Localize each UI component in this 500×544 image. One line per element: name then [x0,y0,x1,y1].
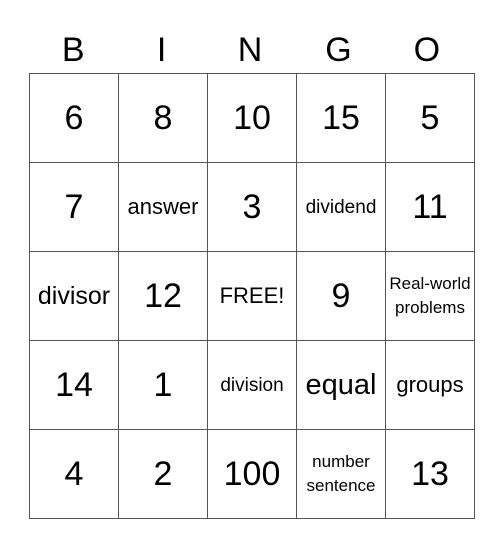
bingo-cell: divisor [29,251,119,341]
grid-row: 6 8 10 15 5 [29,73,475,163]
header-letter-b: B [61,31,85,69]
free-cell: FREE! [207,251,297,341]
bingo-header: B I N G O [29,30,471,70]
header-letter-o: O [413,31,441,69]
header-letter-g: G [325,31,352,69]
bingo-grid: 6 8 10 15 5 7 answer 3 dividend 11 divis… [29,73,475,519]
header-letter-n: N [237,31,263,69]
bingo-cell: 8 [118,73,208,163]
bingo-cell: number sentence [296,429,386,519]
grid-row: divisor 12 FREE! 9 Real-world problems [29,251,475,341]
header-letter-i: I [156,31,167,69]
grid-row: 14 1 division equal groups [29,340,475,430]
bingo-cell: Real-world problems [385,251,475,341]
bingo-cell: equal [296,340,386,430]
bingo-cell: division [207,340,297,430]
bingo-cell: 13 [385,429,475,519]
bingo-cell: 14 [29,340,119,430]
bingo-cell: 1 [118,340,208,430]
bingo-cell: 5 [385,73,475,163]
grid-row: 7 answer 3 dividend 11 [29,162,475,252]
bingo-cell: 11 [385,162,475,252]
bingo-cell: 6 [29,73,119,163]
bingo-cell: groups [385,340,475,430]
bingo-cell: answer [118,162,208,252]
bingo-cell: 9 [296,251,386,341]
bingo-cell: 15 [296,73,386,163]
bingo-cell: 100 [207,429,297,519]
bingo-cell: 2 [118,429,208,519]
grid-row: 4 2 100 number sentence 13 [29,429,475,519]
bingo-cell: 3 [207,162,297,252]
bingo-cell: 7 [29,162,119,252]
bingo-cell: 10 [207,73,297,163]
bingo-cell: 4 [29,429,119,519]
bingo-cell: dividend [296,162,386,252]
bingo-cell: 12 [118,251,208,341]
